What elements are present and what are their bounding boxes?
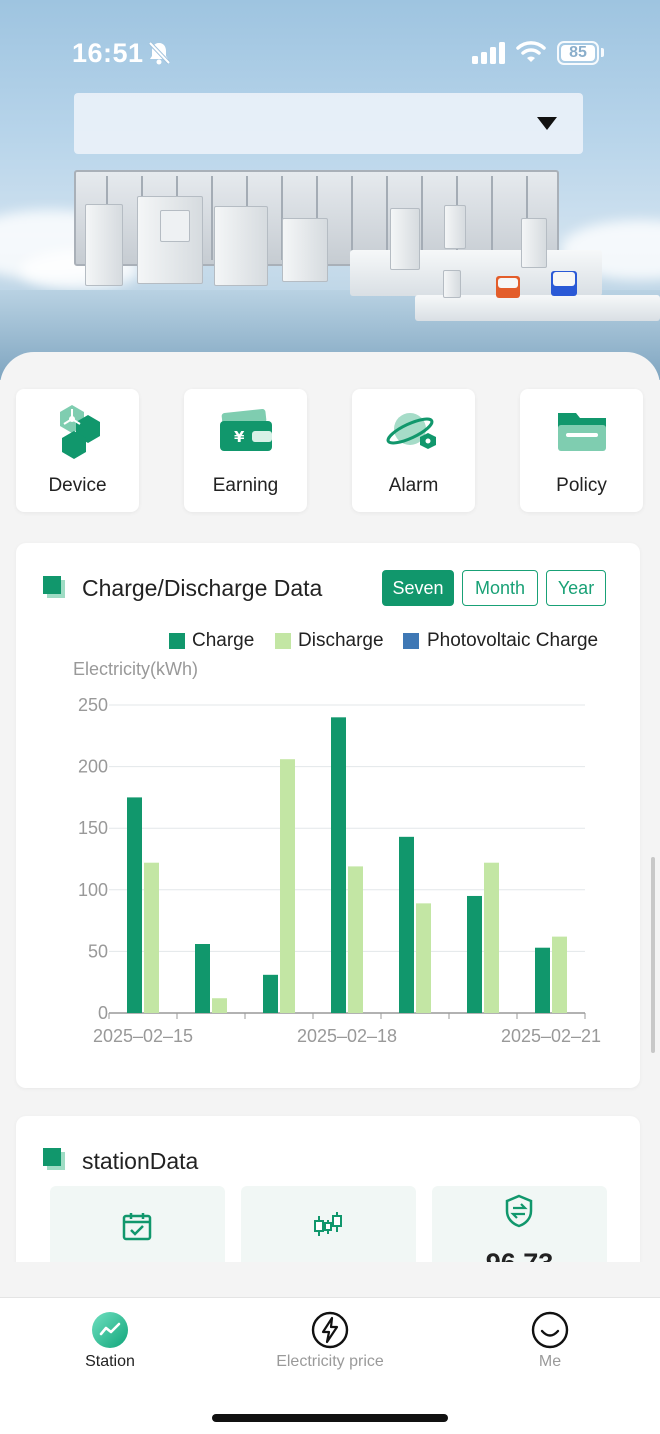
calendar-icon: [122, 1213, 152, 1241]
bar-charge[interactable]: [535, 947, 550, 1013]
bar-charge[interactable]: [127, 797, 142, 1013]
quick-action-policy[interactable]: Policy: [520, 389, 643, 512]
candlestick-icon: [314, 1212, 342, 1236]
charge-discharge-card: Charge/Discharge Data Seven Month Year C…: [16, 543, 640, 1088]
battery-level: 85: [561, 45, 595, 61]
bar-charge[interactable]: [263, 974, 278, 1013]
bar-charge[interactable]: [467, 895, 482, 1013]
bar-charge[interactable]: [399, 836, 414, 1013]
lightning-icon: [311, 1311, 349, 1349]
station-tile-trend[interactable]: [241, 1186, 416, 1262]
period-tab-year[interactable]: Year: [546, 570, 606, 606]
legend-swatch-photovoltaic: [403, 633, 419, 649]
period-tab-seven[interactable]: Seven: [382, 570, 454, 606]
caret-down-icon: [537, 117, 557, 130]
bar-discharge[interactable]: [280, 759, 295, 1013]
smiley-icon: [531, 1311, 569, 1349]
y-tick-label: 100: [78, 880, 108, 900]
quick-action-device[interactable]: Device: [16, 389, 139, 512]
period-tab-month[interactable]: Month: [462, 570, 538, 606]
bar-discharge[interactable]: [484, 862, 499, 1013]
bar-discharge[interactable]: [348, 866, 363, 1013]
y-tick-label: 0: [98, 1003, 108, 1023]
svg-text:¥: ¥: [234, 428, 245, 446]
quick-action-alarm[interactable]: Alarm: [352, 389, 475, 512]
x-tick-label: 2025–02–15: [93, 1026, 193, 1046]
y-axis-label: Electricity(kWh): [73, 659, 198, 679]
shield-exchange-icon: [505, 1194, 533, 1228]
y-tick-label: 250: [78, 695, 108, 715]
station-data-card: stationData: [16, 1116, 640, 1262]
bar-discharge[interactable]: [144, 862, 159, 1013]
bar-charge[interactable]: [331, 717, 346, 1013]
quick-action-label: Earning: [212, 475, 279, 496]
signal-icon: [472, 42, 505, 64]
status-bar: 16:51 85: [0, 0, 660, 100]
legend-swatch-discharge: [275, 633, 291, 649]
status-time: 16:51: [72, 38, 144, 68]
charge-discharge-chart: Electricity(kWh) 0 50 100 150 200 250 2025–02–…: [73, 659, 601, 1046]
quick-action-label: Device: [48, 475, 107, 496]
y-tick-label: 50: [88, 941, 108, 961]
card-title: Charge/Discharge Data: [82, 575, 323, 601]
legend-swatch-charge: [169, 633, 185, 649]
y-tick-label: 150: [78, 818, 108, 838]
quick-action-label: Policy: [556, 475, 607, 496]
bar-discharge[interactable]: [416, 903, 431, 1013]
bar-charge[interactable]: [195, 944, 210, 1013]
bar-discharge[interactable]: [552, 936, 567, 1013]
tab-label: Me: [538, 1353, 562, 1370]
quick-action-earning[interactable]: ¥ Earning: [184, 389, 307, 512]
station-tile-days[interactable]: [50, 1186, 225, 1262]
section-marker-icon: [43, 576, 65, 598]
bell-off-icon: [148, 41, 170, 65]
station-icon: [92, 1312, 128, 1348]
x-tick-label: 2025–02–21: [501, 1026, 601, 1046]
policy-icon: [558, 413, 606, 451]
device-icon: [60, 405, 100, 459]
quick-action-label: Alarm: [388, 475, 439, 496]
alarm-icon: [386, 413, 436, 449]
y-tick-label: 200: [78, 757, 108, 777]
battery-indicator: 85: [557, 41, 599, 65]
tab-label: Electricity price: [276, 1353, 384, 1370]
earning-icon: ¥: [220, 409, 272, 451]
station-tile-value: 96.73: [432, 1248, 607, 1262]
hero-banner: 16:51 85: [0, 0, 660, 380]
bar-discharge[interactable]: [212, 998, 227, 1013]
home-indicator: [212, 1414, 448, 1422]
section-marker-icon: [43, 1148, 65, 1170]
station-selector[interactable]: [74, 93, 583, 154]
card-title: stationData: [82, 1148, 199, 1174]
tab-label: Station: [85, 1353, 135, 1370]
x-tick-label: 2025–02–18: [297, 1026, 397, 1046]
scrollbar[interactable]: [651, 857, 655, 1053]
station-tile-efficiency[interactable]: 96.73: [432, 1186, 607, 1262]
wifi-icon: [516, 41, 546, 62]
bottom-tab-bar: Station Electricity price Me: [0, 1297, 660, 1434]
content-panel: Device ¥ Earning Alarm Policy Charge/Dis…: [0, 352, 660, 1297]
